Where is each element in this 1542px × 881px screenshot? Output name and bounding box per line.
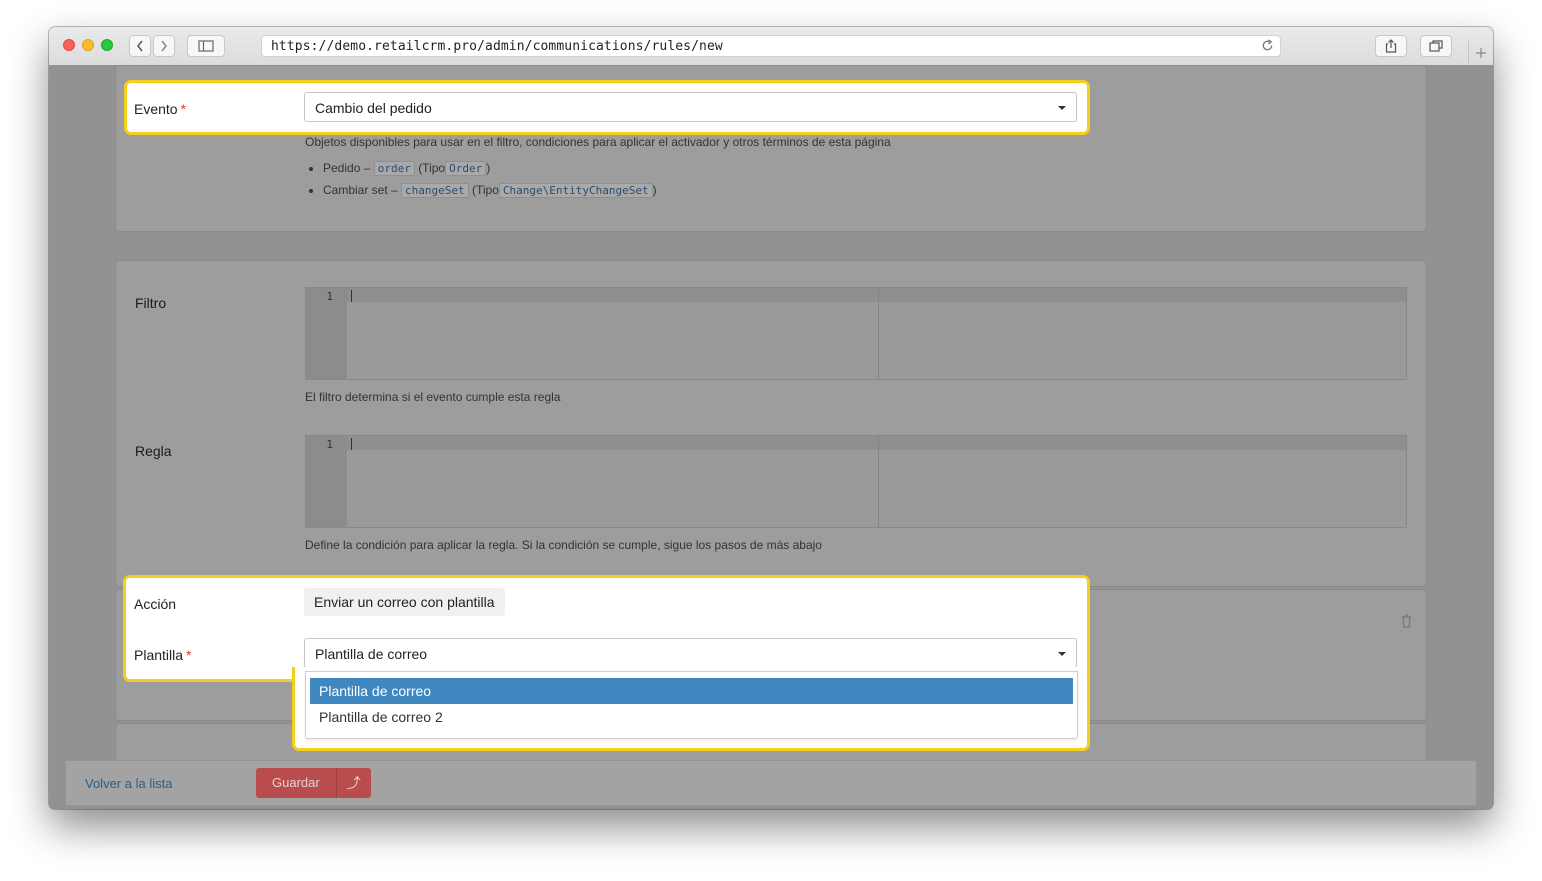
save-button-group: Guardar ⤴: [256, 768, 371, 798]
dropdown-highlight: Plantilla de correo Plantilla de correo …: [292, 667, 1090, 751]
editor-divider: [878, 288, 879, 379]
event-select-value: Cambio del pedido: [315, 100, 432, 116]
filter-editor[interactable]: 1: [305, 287, 1407, 380]
close-window-button[interactable]: [63, 39, 75, 51]
action-highlight: Acción Enviar un correo con plantilla Pl…: [123, 575, 1090, 682]
conditions-panel: Filtro 1 El filtro determina si el event…: [115, 260, 1427, 587]
event-highlight: Evento * Cambio del pedido: [124, 80, 1090, 135]
action-type-button[interactable]: Enviar un correo con plantilla: [304, 588, 505, 616]
save-button[interactable]: Guardar: [256, 768, 336, 798]
dropdown-option-selected[interactable]: Plantilla de correo: [310, 678, 1073, 704]
text-cursor: [351, 438, 352, 450]
editor-divider: [878, 436, 879, 527]
code-var: order: [373, 161, 415, 176]
event-hint: Objetos disponibles para usar en el filt…: [305, 135, 891, 149]
minimize-window-button[interactable]: [82, 39, 94, 51]
active-line: [347, 288, 1406, 302]
template-select[interactable]: Plantilla de correo: [304, 638, 1077, 668]
sidebar-toggle-button[interactable]: [187, 35, 225, 57]
rule-label: Regla: [135, 443, 172, 459]
objects-list: Pedido – order (TipoOrder) Cambiar set –…: [301, 160, 657, 204]
caret-down-icon: [1058, 106, 1066, 110]
back-to-list-link[interactable]: Volver a la lista: [85, 776, 172, 791]
reload-icon[interactable]: [1261, 39, 1274, 55]
arrow-up-icon: ⤴: [346, 775, 361, 791]
line-number: 1: [326, 438, 333, 451]
browser-window: https://demo.retailcrm.pro/admin/communi…: [49, 27, 1493, 809]
code-type: Order: [445, 161, 487, 176]
trash-icon[interactable]: [1401, 614, 1412, 631]
back-button[interactable]: [129, 35, 151, 57]
chevron-left-icon: [137, 40, 143, 52]
template-select-value: Plantilla de correo: [315, 646, 428, 662]
plus-icon: [1476, 48, 1486, 58]
rule-editor[interactable]: 1: [305, 435, 1407, 528]
code-var: changeSet: [401, 183, 469, 198]
page-content: Objetos disponibles para usar en el filt…: [49, 65, 1493, 809]
list-item: Cambiar set – changeSet (TipoChange\Enti…: [323, 182, 657, 199]
line-number: 1: [326, 290, 333, 303]
share-icon: [1385, 39, 1397, 53]
template-dropdown: Plantilla de correo Plantilla de correo …: [305, 671, 1078, 739]
browser-titlebar: https://demo.retailcrm.pro/admin/communi…: [49, 27, 1493, 66]
tabs-overview-button[interactable]: [1420, 35, 1452, 57]
list-item: Pedido – order (TipoOrder): [323, 160, 657, 177]
new-tab-button[interactable]: [1468, 41, 1493, 65]
filter-label: Filtro: [135, 295, 167, 311]
active-line: [347, 436, 1406, 450]
address-bar[interactable]: https://demo.retailcrm.pro/admin/communi…: [261, 35, 1281, 57]
required-mark: *: [180, 101, 187, 117]
template-label: Plantilla *: [134, 647, 192, 663]
rule-hint: Define la condición para aplicar la regl…: [305, 538, 822, 552]
required-mark: *: [186, 647, 192, 663]
text-cursor: [351, 290, 352, 302]
forward-button[interactable]: [153, 35, 175, 57]
zoom-window-button[interactable]: [101, 39, 113, 51]
code-type: Change\EntityChangeSet: [498, 183, 653, 198]
url-text: https://demo.retailcrm.pro/admin/communi…: [271, 39, 723, 54]
filter-hint: El filtro determina si el evento cumple …: [305, 390, 561, 404]
chevron-right-icon: [161, 40, 167, 52]
dropdown-option[interactable]: Plantilla de correo 2: [310, 704, 1073, 730]
tabs-icon: [1429, 40, 1443, 52]
event-label: Evento *: [134, 101, 187, 117]
sidebar-icon: [198, 40, 214, 52]
action-label: Acción: [134, 596, 177, 612]
form-footer: Volver a la lista Guardar ⤴: [65, 760, 1477, 806]
share-button[interactable]: [1375, 35, 1407, 57]
save-and-exit-button[interactable]: ⤴: [335, 768, 371, 798]
caret-down-icon: [1058, 652, 1066, 656]
event-select[interactable]: Cambio del pedido: [304, 92, 1077, 122]
